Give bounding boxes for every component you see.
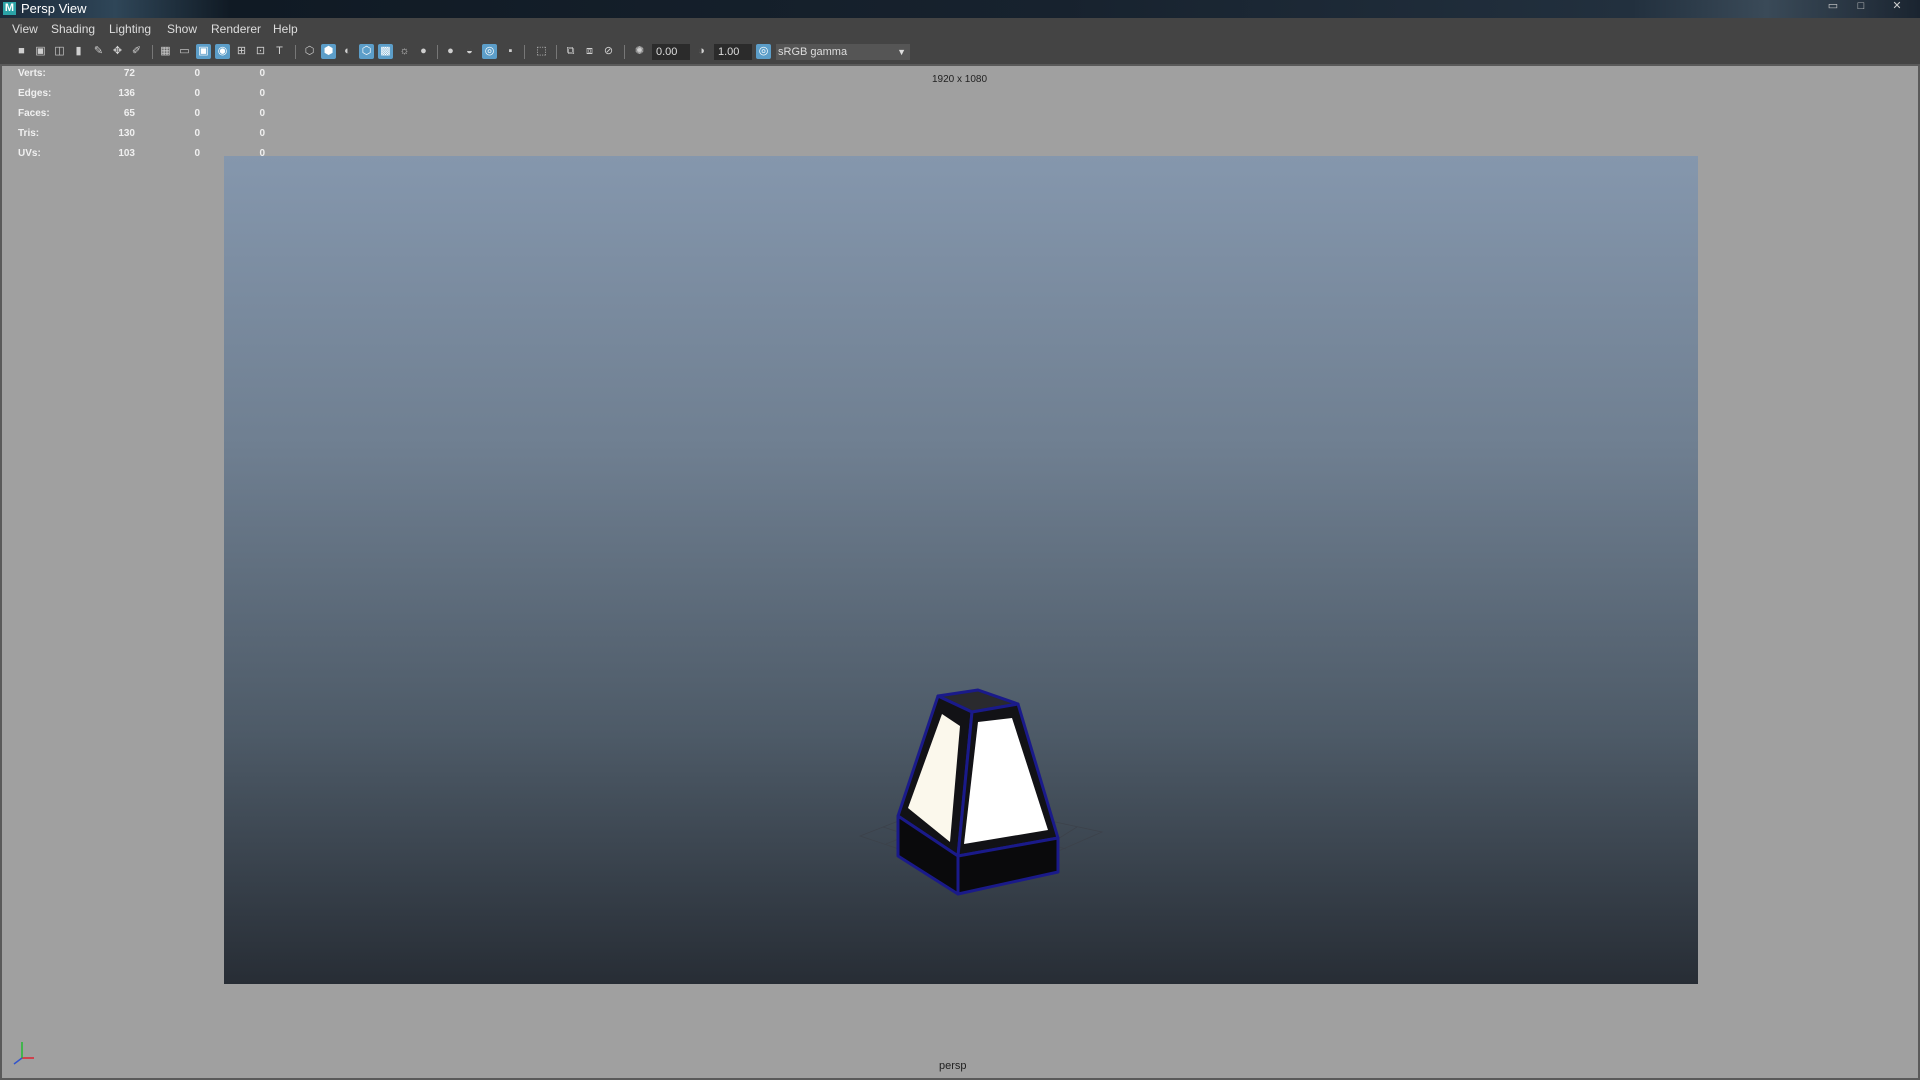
exposure-field[interactable]: 0.00 [652,44,690,60]
hud-value: 0 [194,128,200,139]
move-camera-icon[interactable]: ✥ [110,44,125,59]
chevron-down-icon: ▼ [897,47,906,57]
lantern-model[interactable] [856,684,1106,924]
hud-label: Faces: [18,108,50,119]
menu-bar: View Shading Lighting Show Renderer Help [0,18,1920,40]
shadows-icon[interactable]: ● [416,44,431,59]
motion-blur-icon[interactable]: ◒ [462,44,477,59]
hud-label: UVs: [18,148,41,159]
menu-renderer[interactable]: Renderer [211,18,261,40]
hud-value: 0 [259,68,265,79]
hud-value: 0 [259,108,265,119]
hud-value: 65 [123,108,135,119]
resolution-label: 1920 x 1080 [932,74,988,85]
menu-help[interactable]: Help [273,18,298,40]
gamma-icon[interactable]: ◑ [694,44,709,59]
close-icon[interactable]: ✕ [1884,0,1910,14]
textured-icon[interactable]: ▩ [378,44,393,59]
camera-attributes-icon[interactable]: ▣ [33,44,48,59]
color-space-dropdown[interactable]: sRGB gamma ▼ [776,44,910,60]
grid-icon[interactable]: ▦ [158,44,173,59]
pencil-icon[interactable]: ✐ [129,44,144,59]
safe-title-icon[interactable]: T [272,44,287,59]
toolbar-separator [437,45,438,59]
image-plane-icon[interactable]: ▮ [71,44,86,59]
title-bar: M Persp View ▭ □ ✕ [0,0,1920,18]
hud-value: 0 [259,148,265,159]
hud-value: 72 [123,68,135,79]
lights-icon[interactable]: ☼ [397,44,412,59]
xray-icon[interactable]: ⧉ [563,44,578,59]
maximize-icon[interactable]: □ [1848,0,1874,14]
xray-components-icon[interactable]: ⊘ [601,44,616,59]
hud-label: Verts: [18,68,46,79]
field-chart-icon[interactable]: ⊞ [234,44,249,59]
menu-show[interactable]: Show [167,18,197,40]
toolbar-separator [524,45,525,59]
wireframe-on-shaded-icon[interactable]: ⬡ [359,44,374,59]
wireframe-icon[interactable]: ⬡ [302,44,317,59]
anti-aliasing-icon[interactable]: ◎ [482,44,497,59]
hud-value: 0 [259,88,265,99]
window-title: Persp View [21,1,87,16]
color-space-value: sRGB gamma [778,46,848,58]
menu-view[interactable]: View [12,18,38,40]
resolution-gate-icon[interactable]: ▣ [196,44,211,59]
color-management-icon[interactable]: ◎ [756,44,771,59]
isolate-select-icon[interactable]: ⬚ [534,44,549,59]
gate-mask-icon[interactable]: ◉ [215,44,230,59]
select-camera-icon[interactable]: ✎ [91,44,106,59]
camera-icon[interactable]: ■ [14,44,29,59]
exposure-icon[interactable]: ✺ [632,44,647,59]
menu-lighting[interactable]: Lighting [109,18,151,40]
smooth-shade-icon[interactable]: ⬢ [321,44,336,59]
hud-value: 0 [194,108,200,119]
hud-value: 103 [118,148,135,159]
default-material-icon[interactable]: ◐ [340,44,355,59]
depth-of-field-icon[interactable]: ▪ [503,44,518,59]
toolbar-separator [152,45,153,59]
safe-action-icon[interactable]: ⊡ [253,44,268,59]
screen-space-ao-icon[interactable]: ● [443,44,458,59]
panel-toolbar: ■ ▣ ◫ ▮ ✎ ✥ ✐ ▦ ▭ ▣ ◉ ⊞ ⊡ T ⬡ ⬢ ◐ ⬡ ▩ ☼ … [0,40,1920,64]
hud-value: 0 [194,68,200,79]
app-logo-icon: M [3,2,16,15]
menu-shading[interactable]: Shading [51,18,95,40]
toolbar-separator [624,45,625,59]
toolbar-separator [556,45,557,59]
hud-value: 0 [194,148,200,159]
bookmark-icon[interactable]: ◫ [52,44,67,59]
gamma-field[interactable]: 1.00 [714,44,752,60]
minimize-icon[interactable]: ▭ [1820,0,1846,14]
hud-value: 130 [118,128,135,139]
toolbar-separator [295,45,296,59]
persp-viewport[interactable]: Verts: 72 0 0 Edges: 136 0 0 Faces: 65 0… [0,64,1920,1080]
hud-label: Edges: [18,88,52,99]
hud-value: 0 [194,88,200,99]
film-gate-icon[interactable]: ▭ [177,44,192,59]
axis-gizmo-icon [13,1042,34,1065]
hud-label: Tris: [18,128,40,139]
xray-joints-icon[interactable]: ⧈ [582,44,597,59]
camera-label: persp [939,1060,967,1072]
hud-value: 0 [259,128,265,139]
hud-value: 136 [118,88,135,99]
